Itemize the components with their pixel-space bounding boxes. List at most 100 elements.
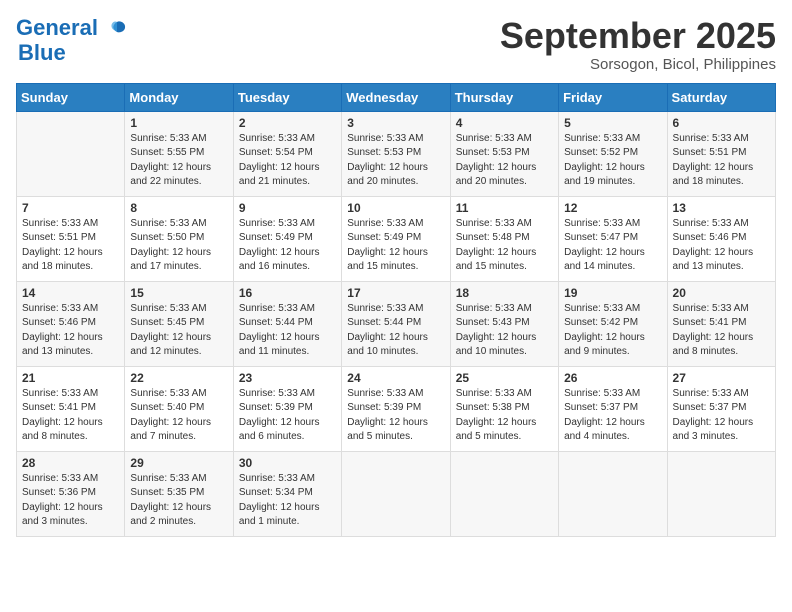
week-row-5: 28Sunrise: 5:33 AM Sunset: 5:36 PM Dayli… [17, 451, 776, 536]
day-number: 25 [456, 371, 553, 385]
day-number: 23 [239, 371, 336, 385]
calendar-cell: 30 Sunrise: 5:33 AM Sunset: 5:34 PM Dayli… [233, 451, 341, 536]
header-day-friday: Friday [559, 83, 667, 111]
day-number: 21 [22, 371, 119, 385]
day-number: 8 [130, 201, 227, 215]
day-number: 2 [239, 116, 336, 130]
calendar-cell: 27 Sunrise: 5:33 AM Sunset: 5:37 PM Dayli… [667, 366, 775, 451]
cell-info: Sunrise: 5:33 AM Sunset: 5:47 PM Dayligh… [564, 217, 661, 275]
calendar-cell [17, 111, 125, 196]
cell-info: Sunrise: 5:33 AM Sunset: 5:53 PM Dayligh… [456, 132, 553, 190]
header-day-wednesday: Wednesday [342, 83, 450, 111]
page-header: General Blue September 2025 Sorsogon, Bi… [16, 16, 776, 73]
cell-info: Sunrise: 5:33 AM Sunset: 5:40 PM Dayligh… [130, 387, 227, 445]
day-number: 7 [22, 201, 119, 215]
week-row-1: 1 Sunrise: 5:33 AM Sunset: 5:55 PM Daylig… [17, 111, 776, 196]
cell-info: Sunrise: 5:33 AM Sunset: 5:50 PM Dayligh… [130, 217, 227, 275]
day-number: 10 [347, 201, 444, 215]
calendar-cell [342, 451, 450, 536]
week-row-2: 7 Sunrise: 5:33 AM Sunset: 5:51 PM Daylig… [17, 196, 776, 281]
calendar-cell: 25 Sunrise: 5:33 AM Sunset: 5:38 PM Dayli… [450, 366, 558, 451]
day-number: 20 [673, 286, 770, 300]
calendar-cell: 18Sunrise: 5:33 AM Sunset: 5:43 PM Dayli… [450, 281, 558, 366]
day-number: 9 [239, 201, 336, 215]
week-row-4: 21Sunrise: 5:33 AM Sunset: 5:41 PM Dayli… [17, 366, 776, 451]
day-number: 27 [673, 371, 770, 385]
day-number: 6 [673, 116, 770, 130]
day-number: 19 [564, 286, 661, 300]
days-header-row: SundayMondayTuesdayWednesdayThursdayFrid… [17, 83, 776, 111]
calendar-cell: 16 Sunrise: 5:33 AM Sunset: 5:44 PM Dayli… [233, 281, 341, 366]
calendar-cell: 7 Sunrise: 5:33 AM Sunset: 5:51 PM Daylig… [17, 196, 125, 281]
day-number: 24 [347, 371, 444, 385]
cell-info: Sunrise: 5:33 AM Sunset: 5:38 PM Dayligh… [456, 387, 553, 445]
calendar-cell: 15Sunrise: 5:33 AM Sunset: 5:45 PM Dayli… [125, 281, 233, 366]
cell-info: Sunrise: 5:33 AM Sunset: 5:51 PM Dayligh… [22, 217, 119, 275]
week-row-3: 14 Sunrise: 5:33 AM Sunset: 5:46 PM Dayli… [17, 281, 776, 366]
day-number: 1 [130, 116, 227, 130]
calendar-cell [450, 451, 558, 536]
header-day-tuesday: Tuesday [233, 83, 341, 111]
header-day-thursday: Thursday [450, 83, 558, 111]
logo-blue-text: Blue [18, 40, 128, 66]
day-number: 28 [22, 456, 119, 470]
calendar-cell: 26 Sunrise: 5:33 AM Sunset: 5:37 PM Dayli… [559, 366, 667, 451]
day-number: 13 [673, 201, 770, 215]
header-day-sunday: Sunday [17, 83, 125, 111]
calendar-cell [667, 451, 775, 536]
day-number: 18 [456, 286, 553, 300]
cell-info: Sunrise: 5:33 AM Sunset: 5:55 PM Dayligh… [130, 132, 227, 190]
day-number: 22 [130, 371, 227, 385]
calendar-cell: 14 Sunrise: 5:33 AM Sunset: 5:46 PM Dayli… [17, 281, 125, 366]
calendar-cell: 4 Sunrise: 5:33 AM Sunset: 5:53 PM Daylig… [450, 111, 558, 196]
day-number: 29 [130, 456, 227, 470]
cell-info: Sunrise: 5:33 AM Sunset: 5:44 PM Dayligh… [239, 302, 336, 360]
cell-info: Sunrise: 5:33 AM Sunset: 5:45 PM Dayligh… [130, 302, 227, 360]
cell-info: Sunrise: 5:33 AM Sunset: 5:37 PM Dayligh… [673, 387, 770, 445]
calendar-cell: 20 Sunrise: 5:33 AM Sunset: 5:41 PM Dayli… [667, 281, 775, 366]
calendar-cell: 11 Sunrise: 5:33 AM Sunset: 5:48 PM Dayli… [450, 196, 558, 281]
calendar-cell: 21Sunrise: 5:33 AM Sunset: 5:41 PM Dayli… [17, 366, 125, 451]
calendar-cell: 1 Sunrise: 5:33 AM Sunset: 5:55 PM Daylig… [125, 111, 233, 196]
cell-info: Sunrise: 5:33 AM Sunset: 5:39 PM Dayligh… [347, 387, 444, 445]
calendar-cell: 8 Sunrise: 5:33 AM Sunset: 5:50 PM Daylig… [125, 196, 233, 281]
day-number: 3 [347, 116, 444, 130]
cell-info: Sunrise: 5:33 AM Sunset: 5:46 PM Dayligh… [673, 217, 770, 275]
location: Sorsogon, Bicol, Philippines [500, 56, 776, 73]
cell-info: Sunrise: 5:33 AM Sunset: 5:41 PM Dayligh… [673, 302, 770, 360]
day-number: 26 [564, 371, 661, 385]
logo-text: General [16, 16, 128, 40]
cell-info: Sunrise: 5:33 AM Sunset: 5:46 PM Dayligh… [22, 302, 119, 360]
day-number: 4 [456, 116, 553, 130]
logo: General Blue [16, 16, 128, 66]
day-number: 11 [456, 201, 553, 215]
cell-info: Sunrise: 5:33 AM Sunset: 5:49 PM Dayligh… [347, 217, 444, 275]
cell-info: Sunrise: 5:33 AM Sunset: 5:37 PM Dayligh… [564, 387, 661, 445]
calendar-cell: 28Sunrise: 5:33 AM Sunset: 5:36 PM Dayli… [17, 451, 125, 536]
header-day-monday: Monday [125, 83, 233, 111]
day-number: 5 [564, 116, 661, 130]
cell-info: Sunrise: 5:33 AM Sunset: 5:39 PM Dayligh… [239, 387, 336, 445]
day-number: 12 [564, 201, 661, 215]
day-number: 17 [347, 286, 444, 300]
calendar-cell: 23 Sunrise: 5:33 AM Sunset: 5:39 PM Dayli… [233, 366, 341, 451]
calendar-cell: 22 Sunrise: 5:33 AM Sunset: 5:40 PM Dayli… [125, 366, 233, 451]
cell-info: Sunrise: 5:33 AM Sunset: 5:42 PM Dayligh… [564, 302, 661, 360]
calendar-cell: 5 Sunrise: 5:33 AM Sunset: 5:52 PM Daylig… [559, 111, 667, 196]
day-number: 14 [22, 286, 119, 300]
cell-info: Sunrise: 5:33 AM Sunset: 5:34 PM Dayligh… [239, 472, 336, 530]
cell-info: Sunrise: 5:33 AM Sunset: 5:53 PM Dayligh… [347, 132, 444, 190]
calendar-cell: 12 Sunrise: 5:33 AM Sunset: 5:47 PM Dayli… [559, 196, 667, 281]
calendar-cell: 29 Sunrise: 5:33 AM Sunset: 5:35 PM Dayli… [125, 451, 233, 536]
calendar-cell: 17Sunrise: 5:33 AM Sunset: 5:44 PM Dayli… [342, 281, 450, 366]
day-number: 30 [239, 456, 336, 470]
cell-info: Sunrise: 5:33 AM Sunset: 5:54 PM Dayligh… [239, 132, 336, 190]
cell-info: Sunrise: 5:33 AM Sunset: 5:52 PM Dayligh… [564, 132, 661, 190]
calendar-cell: 19 Sunrise: 5:33 AM Sunset: 5:42 PM Dayli… [559, 281, 667, 366]
cell-info: Sunrise: 5:33 AM Sunset: 5:35 PM Dayligh… [130, 472, 227, 530]
calendar-cell [559, 451, 667, 536]
cell-info: Sunrise: 5:33 AM Sunset: 5:48 PM Dayligh… [456, 217, 553, 275]
cell-info: Sunrise: 5:33 AM Sunset: 5:49 PM Dayligh… [239, 217, 336, 275]
calendar-cell: 3 Sunrise: 5:33 AM Sunset: 5:53 PM Daylig… [342, 111, 450, 196]
day-number: 16 [239, 286, 336, 300]
